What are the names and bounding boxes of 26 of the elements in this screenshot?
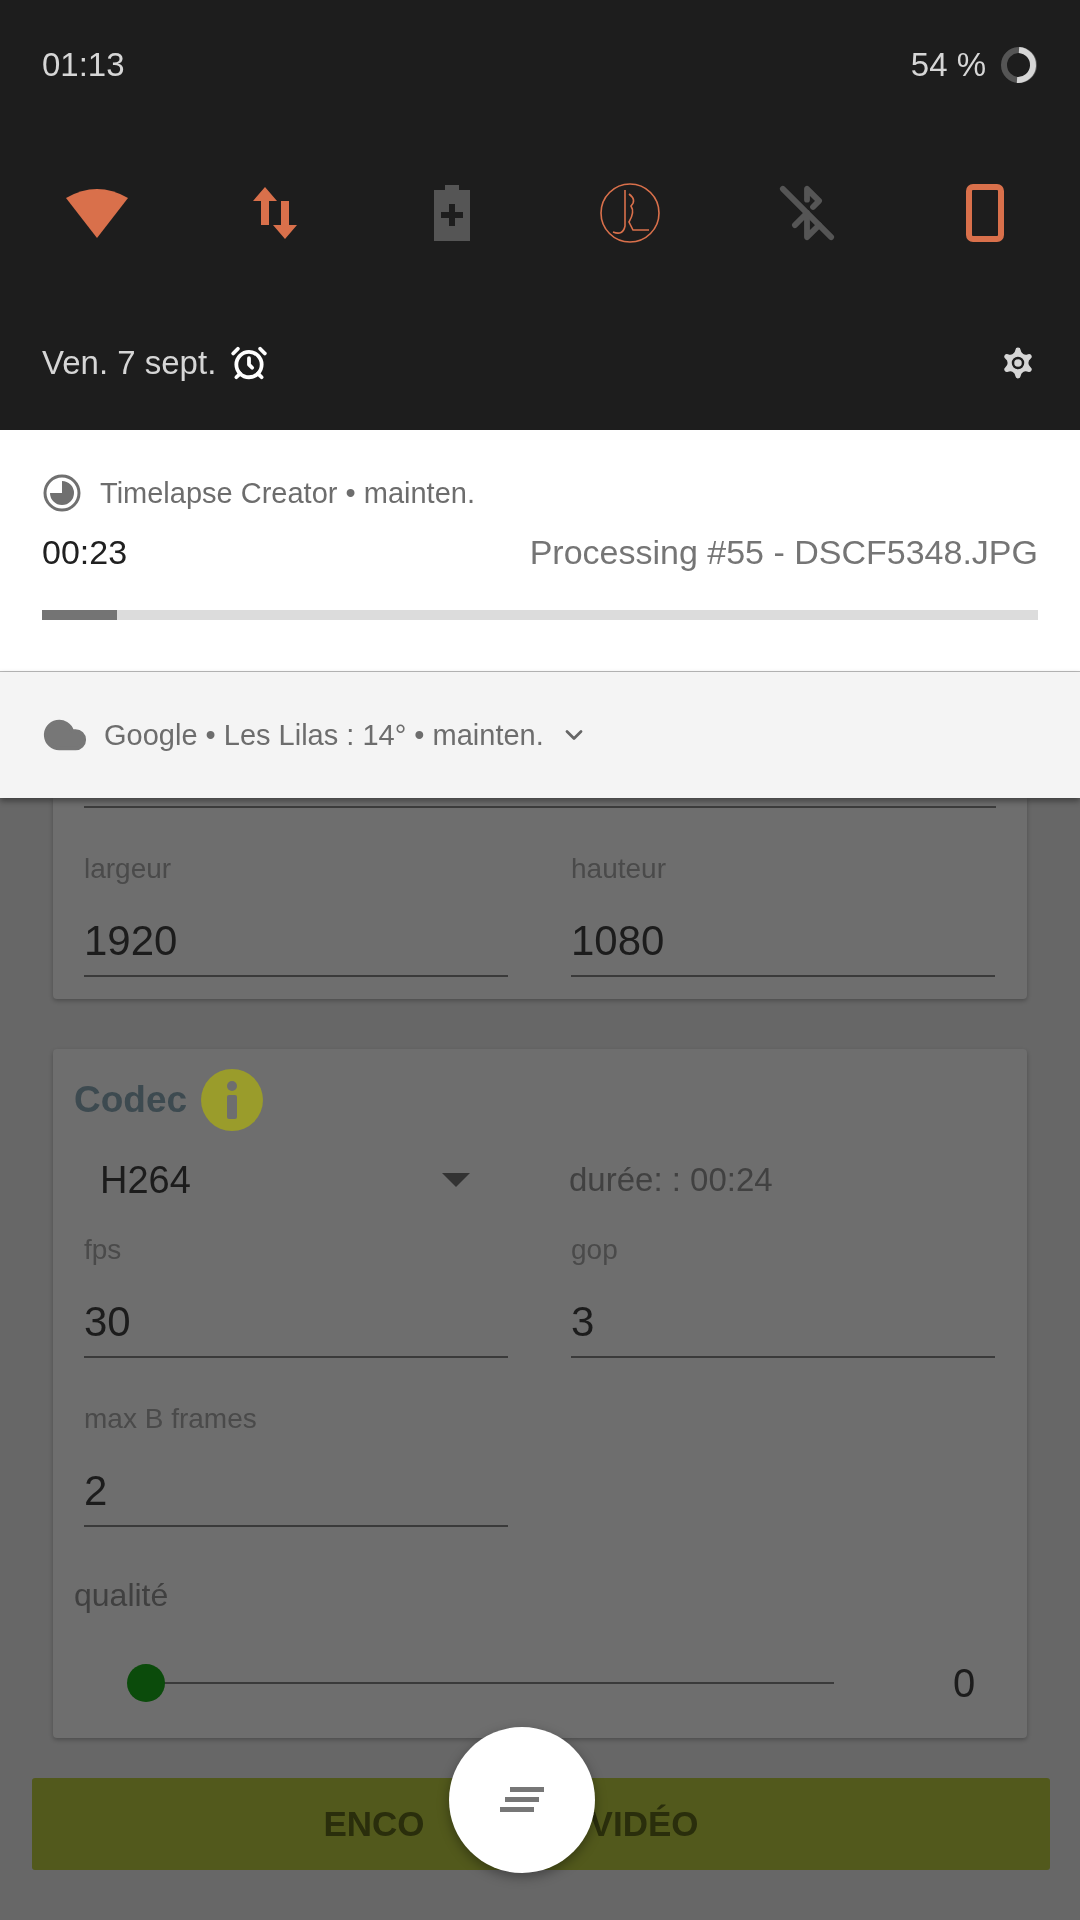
weather-notification[interactable]: Google • Les Lilas : 14° • mainten.	[0, 672, 1080, 798]
notification-title: 00:23	[42, 533, 128, 572]
input-field[interactable]: 1080	[571, 887, 995, 977]
input-field[interactable]: 1920	[84, 887, 508, 977]
timer-icon	[42, 473, 82, 513]
battery-percent: 54 %	[910, 46, 986, 84]
menu-lines-icon	[500, 1787, 544, 1813]
input-field[interactable]: 30	[84, 1268, 508, 1358]
input-field[interactable]: 3	[571, 1268, 995, 1358]
date-text: Ven. 7 sept.	[42, 343, 217, 382]
clock-time: 01:13	[42, 46, 125, 84]
phone-icon	[965, 183, 1004, 242]
codec-dropdown[interactable]: H264	[84, 1148, 494, 1212]
input-field[interactable]: 2	[84, 1437, 508, 1527]
battery-ring-icon	[1000, 46, 1038, 84]
battery-plus-icon	[434, 184, 471, 241]
notification-card[interactable]: Timelapse Creator • mainten. 00:23 Processing #55 - DSCF5348.JPG	[0, 430, 1080, 672]
slider-value: 0	[953, 1660, 976, 1706]
wifi-icon	[66, 187, 128, 238]
weather-text: Google • Les Lilas : 14° • mainten.	[104, 718, 544, 752]
notification-app: Timelapse Creator • mainten.	[100, 476, 475, 510]
notification-text: Processing #55 - DSCF5348.JPG	[529, 533, 1038, 572]
bluetooth-off-icon	[778, 183, 837, 242]
sketch-circle-icon	[598, 181, 661, 244]
caret-icon	[442, 1173, 470, 1187]
up-down-arrows-icon	[252, 186, 297, 239]
